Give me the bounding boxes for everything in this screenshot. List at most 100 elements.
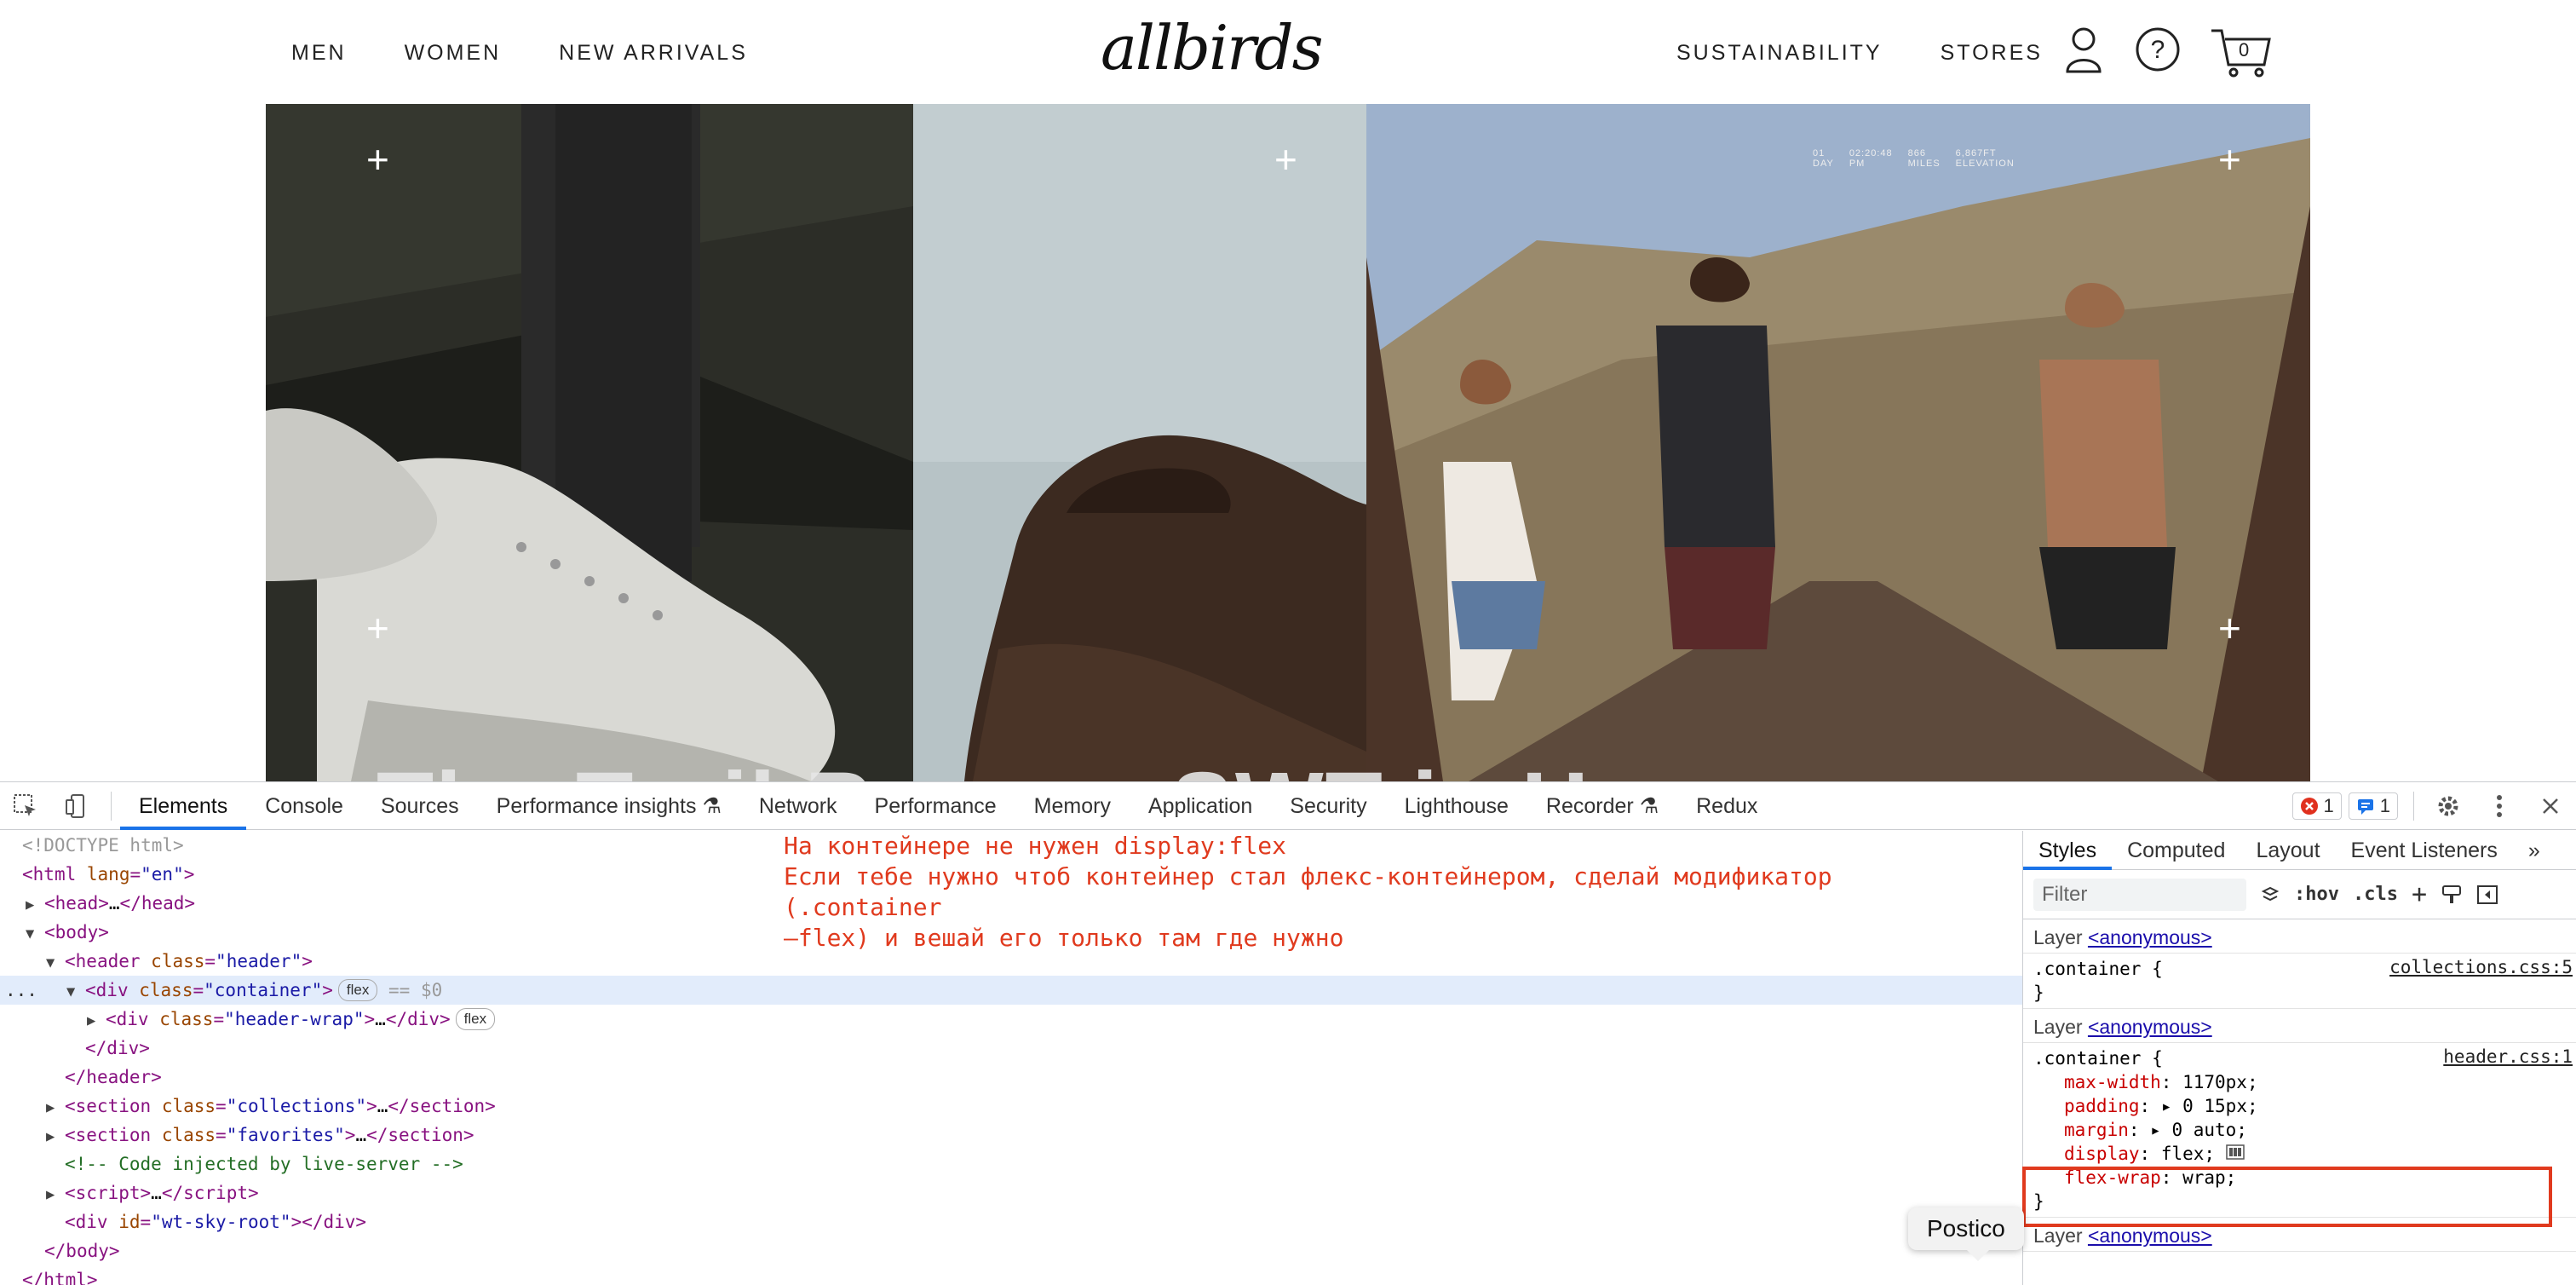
toggle-state-icon[interactable]	[2260, 885, 2280, 905]
tab-memory[interactable]: Memory	[1015, 782, 1130, 830]
styles-filter-input[interactable]: Filter	[2033, 878, 2246, 911]
class-toggle-button[interactable]: .cls	[2353, 884, 2398, 905]
hotspot-plus-icon[interactable]: +	[2218, 140, 2241, 179]
inspect-element-icon[interactable]	[0, 782, 51, 830]
more-tabs-chevron-icon[interactable]: »	[2513, 831, 2556, 870]
styles-tabbar: Styles Computed Layout Event Listeners »	[2023, 831, 2576, 870]
css-prop-margin[interactable]: margin: ▸ 0 auto;	[2033, 1118, 2566, 1142]
header-node[interactable]: ▼ <header class="header">	[46, 947, 313, 976]
hero-banner: + + + 01 DAY 02:20:48 PM 866 MILES 6,867…	[266, 104, 2310, 781]
head-node[interactable]: ▶ <head>…</head>	[26, 889, 195, 918]
node-menu-dots[interactable]: ...	[5, 976, 37, 1005]
review-annotation: На контейнере не нужен display:flex Если…	[784, 832, 1832, 952]
hero-image-shoe: + +	[266, 104, 913, 781]
tab-performance[interactable]: Performance	[856, 782, 1015, 830]
html-node[interactable]: <html lang="en">	[22, 860, 194, 889]
expand-triangle-icon: ▶	[46, 1128, 55, 1145]
toggle-sidebar-icon[interactable]	[2476, 884, 2498, 906]
nav-sustainability-link[interactable]: SUSTAINABILITY	[1676, 41, 1883, 66]
hotspot-plus-icon[interactable]: +	[1274, 140, 1297, 179]
hotspot-plus-icon[interactable]: +	[366, 608, 389, 648]
error-count-badge[interactable]: 1	[2291, 792, 2342, 820]
layer-link[interactable]: <anonymous>	[2088, 1224, 2212, 1247]
expand-triangle-icon: ▶	[87, 1012, 96, 1029]
layer-link[interactable]: <anonymous>	[2088, 1016, 2212, 1038]
paint-brush-icon[interactable]	[2441, 884, 2463, 906]
error-icon	[2300, 797, 2318, 815]
tooltip-arrow	[1966, 1249, 1990, 1261]
tab-application[interactable]: Application	[1130, 782, 1271, 830]
hotspot-plus-icon[interactable]: +	[366, 140, 389, 179]
tab-layout[interactable]: Layout	[2240, 831, 2335, 870]
flex-badge[interactable]: flex	[337, 979, 378, 1001]
script-node[interactable]: ▶ <script>…</script>	[46, 1178, 259, 1207]
toolbar-divider	[111, 791, 112, 821]
html-close-tag[interactable]: </html>	[22, 1265, 98, 1285]
tab-network[interactable]: Network	[740, 782, 856, 830]
hover-state-button[interactable]: :hov	[2294, 884, 2339, 905]
tab-security[interactable]: Security	[1271, 782, 1385, 830]
collapse-triangle-icon: ▼	[46, 954, 55, 971]
more-options-icon[interactable]	[2474, 782, 2525, 830]
nav-stores-link[interactable]: STORES	[1941, 41, 2043, 66]
tab-redux[interactable]: Redux	[1677, 782, 1776, 830]
hero-image-runners: 01 DAY 02:20:48 PM 866 MILES 6,867FT ELEVATI…	[1366, 104, 2310, 781]
website-viewport: MEN WOMEN NEW ARRIVALS allbirds SUSTAINA…	[0, 0, 2576, 781]
flex-badge[interactable]: flex	[455, 1008, 496, 1030]
nav-women-link[interactable]: WOMEN	[405, 41, 502, 66]
message-icon	[2357, 798, 2373, 815]
dock-tooltip: Postico	[1908, 1207, 2024, 1250]
nav-right: SUSTAINABILITY STORES	[1676, 41, 2043, 66]
tab-lighthouse[interactable]: Lighthouse	[1386, 782, 1527, 830]
tab-sources[interactable]: Sources	[362, 782, 478, 830]
hero-stats: 01 DAY 02:20:48 PM 866 MILES 6,867FT ELEVATI…	[1813, 148, 2015, 169]
css-prop-max-width[interactable]: max-width: 1170px;	[2033, 1070, 2566, 1094]
sky-root-node[interactable]: <div id="wt-sky-root"></div>	[65, 1207, 366, 1236]
container-close-tag[interactable]: </div>	[85, 1034, 150, 1063]
hotspot-plus-icon[interactable]: +	[2218, 608, 2241, 648]
tab-performance-insights[interactable]: Performance insights ⚗	[478, 782, 740, 830]
comment-node[interactable]: <!-- Code injected by live-server -->	[65, 1150, 463, 1178]
nav-new-arrivals-link[interactable]: NEW ARRIVALS	[559, 41, 748, 66]
layer-link[interactable]: <anonymous>	[2088, 926, 2212, 948]
annotation-highlight-box	[2022, 1167, 2552, 1227]
help-icon[interactable]: ?	[2135, 26, 2181, 78]
new-rule-button[interactable]: +	[2412, 879, 2427, 909]
rule-source-link[interactable]: collections.css:5	[2389, 957, 2573, 977]
expand-triangle-icon: ▶	[46, 1099, 55, 1116]
tab-elements[interactable]: Elements	[120, 782, 247, 830]
message-count-badge[interactable]: 1	[2348, 792, 2398, 820]
section-collections-node[interactable]: ▶ <section class="collections">…</section…	[46, 1092, 496, 1121]
tab-console[interactable]: Console	[246, 782, 362, 830]
tab-recorder[interactable]: Recorder ⚗	[1527, 782, 1677, 830]
css-prop-display[interactable]: display: flex;	[2033, 1142, 2566, 1166]
tab-event-listeners[interactable]: Event Listeners	[2336, 831, 2513, 870]
device-toggle-icon[interactable]	[51, 782, 102, 830]
tab-computed[interactable]: Computed	[2112, 831, 2240, 870]
styles-filter-bar: Filter :hov .cls +	[2023, 870, 2576, 919]
account-icon[interactable]	[2065, 26, 2102, 78]
collapse-triangle-icon: ▼	[66, 983, 76, 1000]
brand-logo[interactable]: allbirds	[1101, 12, 1324, 89]
svg-text:?: ?	[2151, 36, 2165, 64]
container-node-selected[interactable]: ... ▼ <div class="container"> flex == $0	[0, 976, 2022, 1005]
doctype-line[interactable]: <!DOCTYPE html>	[22, 831, 184, 860]
close-icon[interactable]	[2525, 782, 2576, 830]
css-prop-padding[interactable]: padding: ▸ 0 15px;	[2033, 1094, 2566, 1118]
section-favorites-node[interactable]: ▶ <section class="favorites">…</section>	[46, 1121, 474, 1150]
style-rule-collections[interactable]: .container { collections.css:5 }	[2023, 954, 2576, 1009]
devtools-toolbar: Elements Console Sources Performance ins…	[0, 782, 2576, 830]
tab-styles[interactable]: Styles	[2023, 831, 2113, 870]
body-close-tag[interactable]: </body>	[44, 1236, 120, 1265]
flexbox-editor-icon[interactable]	[2225, 1144, 2245, 1160]
hero-headline: The Trail Runner SWT is H	[377, 752, 1590, 781]
toolbar-divider	[2413, 791, 2414, 821]
nav-men-link[interactable]: MEN	[291, 41, 347, 66]
rule-source-link[interactable]: header.css:1	[2443, 1046, 2573, 1067]
body-node[interactable]: ▼ <body>	[26, 918, 109, 947]
expand-triangle-icon: ▶	[26, 896, 35, 913]
cart-icon[interactable]: 0	[2210, 26, 2271, 83]
settings-gear-icon[interactable]	[2423, 782, 2474, 830]
header-wrap-node[interactable]: ▶ <div class="header-wrap">…</div> flex	[87, 1005, 496, 1034]
header-close-tag[interactable]: </header>	[65, 1063, 162, 1092]
